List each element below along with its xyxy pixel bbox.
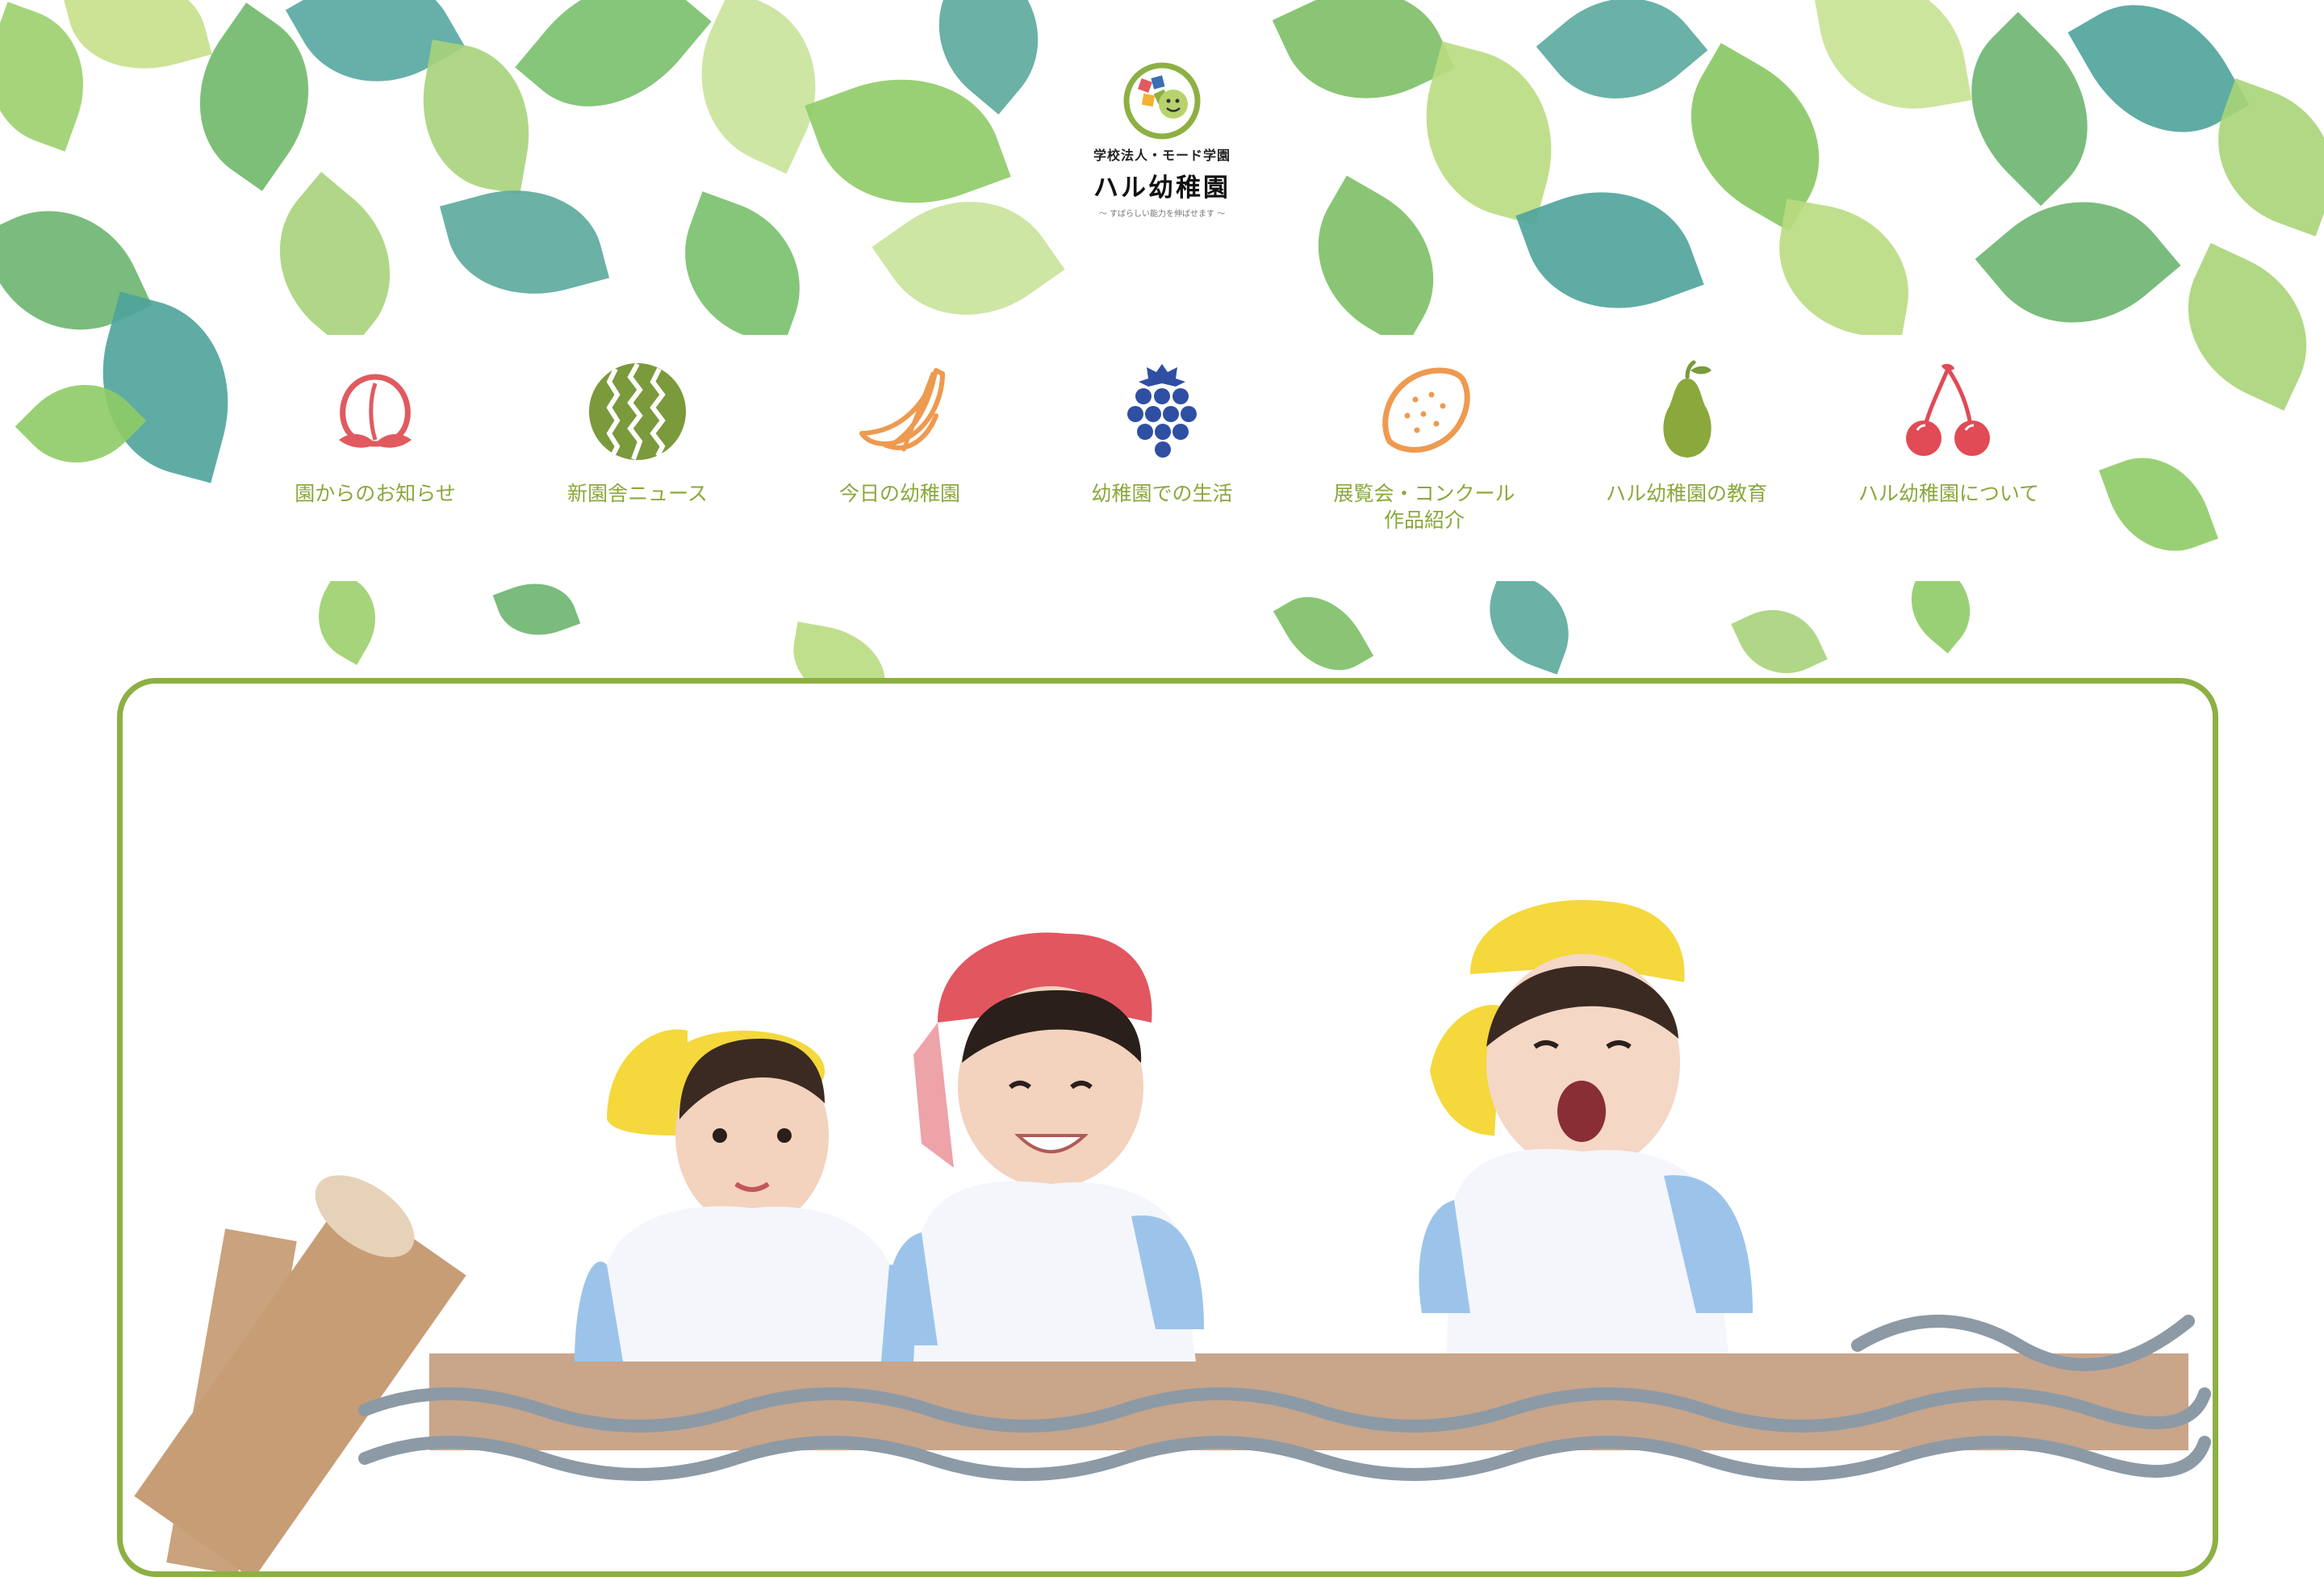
child-middle: [886, 932, 1204, 1362]
nav-item-daily-life[interactable]: 幼稚園での生活: [1041, 359, 1283, 569]
hero-photo-illustration: [134, 900, 2211, 1571]
cherry-icon: [1906, 363, 1990, 456]
nav-label-new-building: 新園舎ニュース: [567, 482, 708, 505]
main-navigation: 園からのお知らせ 新園舎ニュース 今日の幼稚園 幼稚園での生活 展覧会・コンクー…: [234, 335, 2090, 581]
peach-icon: [339, 374, 412, 448]
logo-emblem-icon: [1123, 62, 1201, 140]
nav-item-about[interactable]: ハル幼稚園について: [1828, 359, 2070, 569]
logo-tagline: ～ すばらしい能力を伸ばせます ～: [1098, 210, 1226, 219]
logo-name: ハル幼稚園: [1093, 174, 1231, 203]
grapes-icon: [1127, 364, 1197, 458]
watermelon-icon: [589, 362, 686, 461]
nav-item-news[interactable]: 園からのお知らせ: [254, 359, 496, 569]
nav-label-about: ハル幼稚園について: [1858, 482, 2040, 505]
nav-label-news: 園からのお知らせ: [295, 482, 456, 505]
nav-label-exhibition: 展覧会・コンクール 作品紹介: [1333, 482, 1515, 532]
nav-label-daily-life: 幼稚園での生活: [1091, 482, 1233, 505]
nav-label-education: ハル幼稚園の教育: [1605, 482, 1767, 505]
lemon-icon: [1382, 367, 1470, 453]
logo-organization: 学校法人・モード学園: [1093, 148, 1231, 163]
site-logo[interactable]: 学校法人・モード学園 ハル幼稚園 ～ すばらしい能力を伸ばせます ～: [1057, 44, 1267, 262]
nav-item-exhibition[interactable]: 展覧会・コンクール 作品紹介: [1303, 359, 1545, 569]
child-right: [1419, 900, 1753, 1353]
child-left: [575, 1029, 925, 1362]
wooden-post: [134, 1175, 466, 1571]
nav-item-new-building[interactable]: 新園舎ニュース: [516, 359, 759, 569]
hero-photo-frame: [117, 678, 2218, 1577]
nav-item-education[interactable]: ハル幼稚園の教育: [1565, 359, 1808, 569]
nav-label-today: 今日の幼稚園: [838, 482, 960, 505]
pear-icon: [1663, 360, 1712, 458]
banana-icon: [859, 368, 945, 452]
nav-item-today[interactable]: 今日の幼稚園: [779, 359, 1021, 569]
